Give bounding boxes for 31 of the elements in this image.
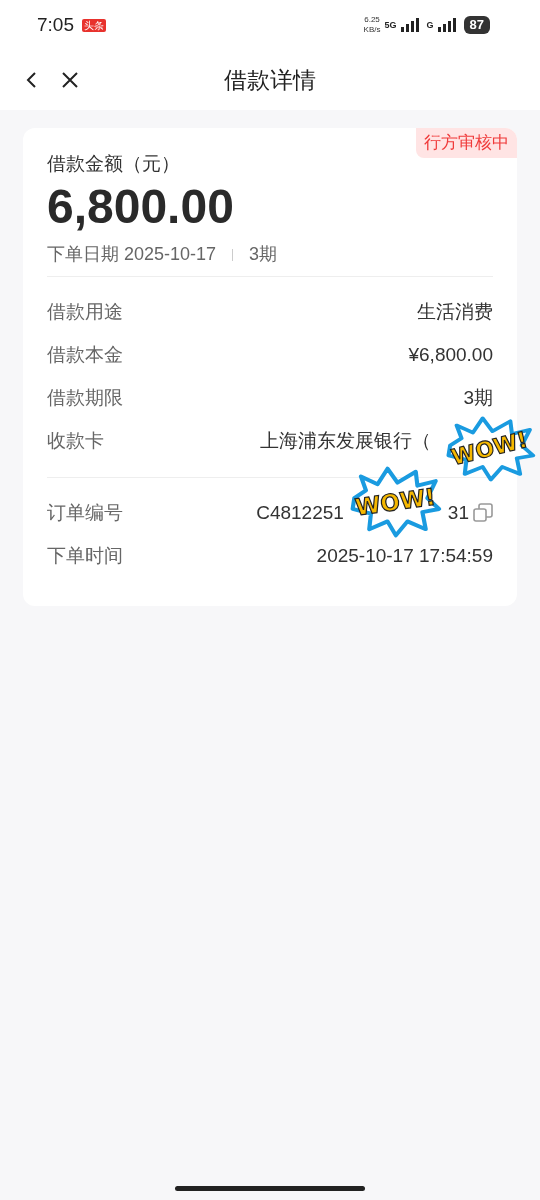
copy-icon[interactable] [473,503,493,523]
back-icon[interactable] [26,71,37,89]
close-icon[interactable] [61,71,79,89]
loan-amount: 6,800.00 [47,180,235,234]
loan-term: 3期 [249,243,278,267]
row-value: 2025-10-17 17:54:59 [316,544,493,569]
network-type: G [426,20,434,30]
row-label: 下单时间 [47,544,123,569]
signal-icon [437,18,456,32]
row-value: 31 [447,501,469,526]
row-value: 3期 [463,386,493,411]
row-label: 借款用途 [47,300,123,325]
row-value: 生活消费 [417,300,493,325]
row-value: ¥6,800.00 [408,343,493,368]
battery-level: 87 [463,16,490,34]
order-date: 下单日期 2025-10-17 [47,243,217,267]
row-label: 借款本金 [47,343,123,368]
row-value: 上海浦东发展银行（ [260,429,431,454]
amount-label: 借款金额（元） [47,152,181,176]
network-speed: 6.25 [363,15,381,25]
page-title: 借款详情 [224,65,316,95]
network-type: 5G [384,20,397,30]
signal-icon [400,18,419,32]
row-label: 借款期限 [47,386,123,411]
row-value: C4812251 [256,501,344,526]
row-label: 订单编号 [47,501,123,526]
app-badge: 头条 [82,18,106,32]
speed-unit: KB/s [363,25,381,35]
status-time: 7:05 [37,12,74,37]
row-label: 收款卡 [47,429,104,454]
status-tag: 行方审核中 [416,128,517,158]
